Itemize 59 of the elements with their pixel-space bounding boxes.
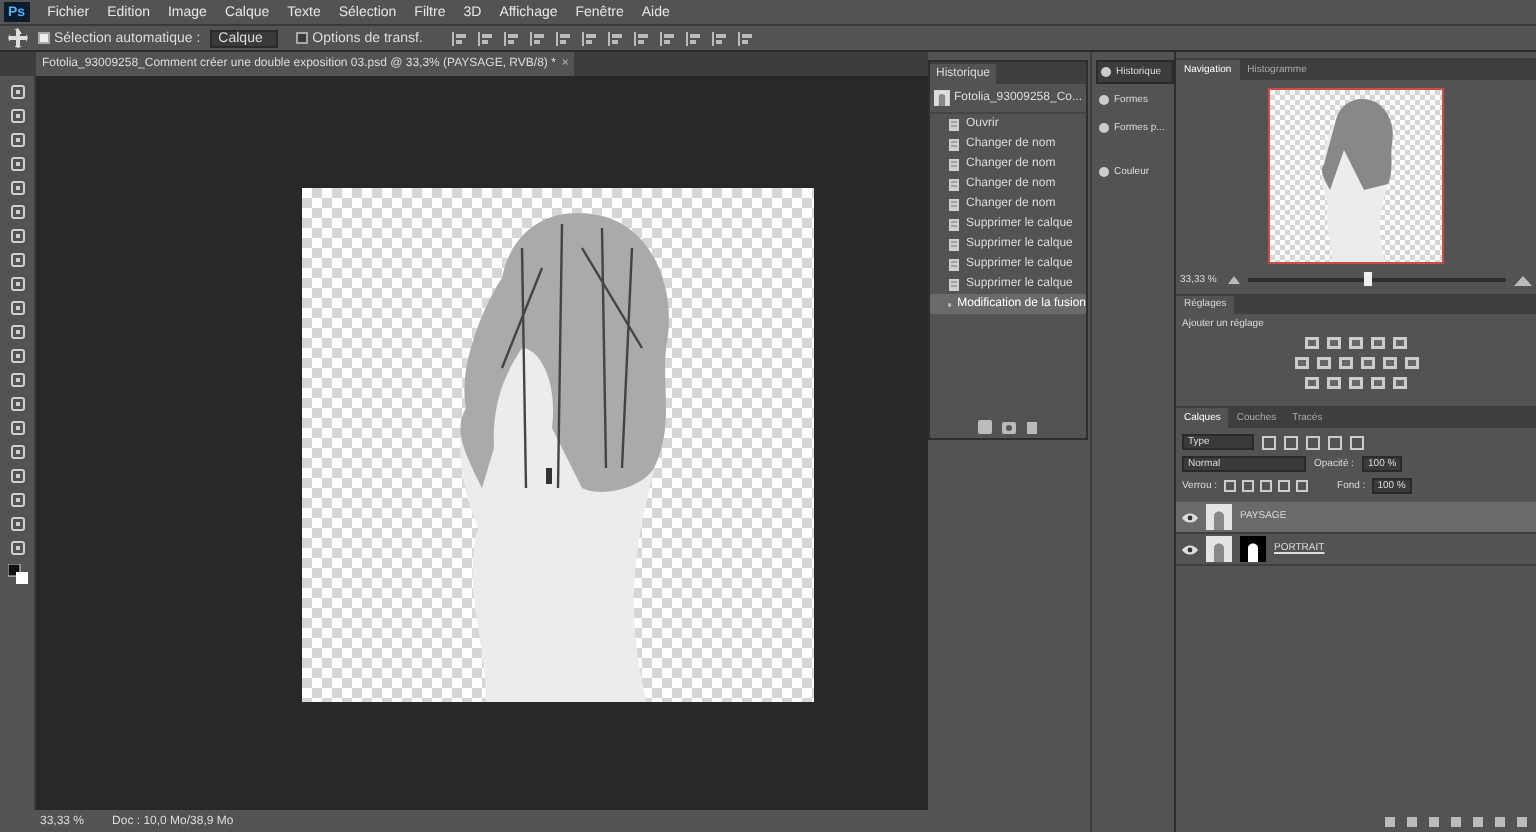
checkbox[interactable] — [38, 32, 50, 44]
document-icon — [948, 237, 960, 251]
move-tool-icon — [8, 28, 28, 48]
zoom-slider-thumb[interactable] — [1364, 272, 1373, 286]
layer-mask-thumbnail — [1240, 536, 1266, 562]
document-icon — [948, 197, 960, 211]
tool-icon — [9, 276, 25, 292]
snapshot-thumbnail — [934, 88, 950, 108]
tool-icon — [9, 324, 25, 340]
align-icon — [504, 31, 519, 45]
document-icon — [948, 117, 960, 131]
tool-icon — [9, 156, 25, 172]
document-icon — [948, 157, 960, 171]
align-icon — [686, 31, 701, 45]
tool-icon — [9, 300, 25, 316]
panel-icon — [1098, 94, 1110, 106]
document-icon — [948, 277, 960, 291]
align-icon — [660, 31, 675, 45]
tool-icon — [9, 396, 25, 412]
snapshot-icon — [978, 420, 992, 434]
align-icon — [582, 31, 597, 45]
tool-icon — [9, 84, 25, 100]
align-icon — [556, 31, 571, 45]
tool-icon — [9, 348, 25, 364]
document-icon — [948, 257, 960, 271]
document-icon — [948, 137, 960, 151]
checkbox[interactable] — [296, 32, 309, 44]
align-icon — [530, 31, 545, 45]
panel-icon — [1098, 166, 1110, 178]
align-icon — [712, 31, 727, 45]
camera-icon — [1002, 420, 1016, 434]
tool-icon — [9, 108, 25, 124]
color-swatches-icon — [7, 564, 27, 584]
tool-icon — [9, 444, 25, 460]
panel-icon — [1100, 66, 1112, 78]
tool-icon — [9, 204, 25, 220]
tool-icon — [9, 540, 25, 556]
layer-thumbnail — [1206, 536, 1232, 562]
align-icon — [452, 31, 467, 45]
tool-icon — [9, 372, 25, 388]
tool-icon — [9, 132, 25, 148]
align-icon — [478, 31, 493, 45]
tool-icon — [9, 492, 25, 508]
align-icon — [634, 31, 649, 45]
document-icon — [948, 217, 960, 231]
layer-thumbnail — [1206, 504, 1232, 530]
mountain-large-icon — [1514, 275, 1532, 285]
trash-icon — [1026, 420, 1038, 434]
tool-icon — [9, 180, 25, 196]
tool-icon — [9, 228, 25, 244]
document-icon — [948, 177, 960, 191]
panel-icon — [1098, 122, 1110, 134]
tool-icon — [9, 468, 25, 484]
align-icon — [738, 31, 753, 45]
mountain-small-icon — [1228, 276, 1240, 284]
align-icon — [608, 31, 623, 45]
tool-icon — [9, 252, 25, 268]
tool-icon — [9, 516, 25, 532]
tool-icon — [9, 420, 25, 436]
